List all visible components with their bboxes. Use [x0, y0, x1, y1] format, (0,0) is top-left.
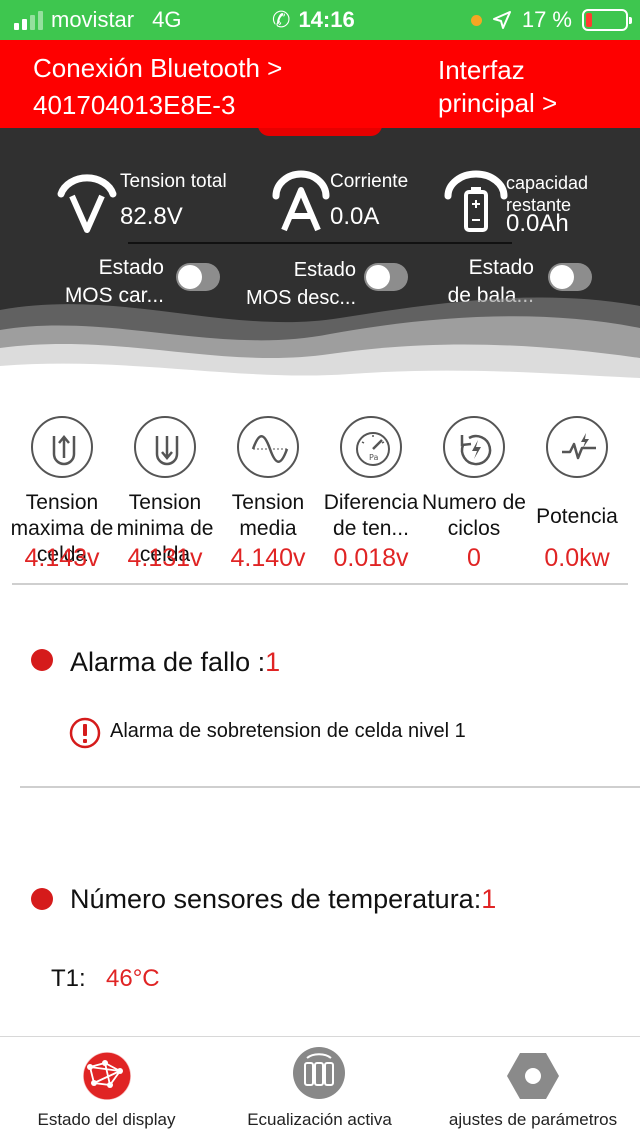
power-item: Potencia 0.0kw	[525, 416, 629, 586]
cycle-icon-circle	[443, 416, 505, 478]
battery-icon	[582, 9, 632, 31]
cycle-count-item: Numero de ciclos 0	[422, 416, 526, 586]
fault-title: Alarma de fallo :1	[70, 647, 280, 678]
max-cell-value: 4.143v	[24, 544, 100, 572]
capacity-value: 0.0Ah	[506, 210, 569, 237]
min-cell-icon-circle	[134, 416, 196, 478]
total-voltage-label: Tension total	[120, 171, 227, 192]
average-voltage-item: Tension media 4.140v	[216, 416, 320, 586]
temperature-title-text: Número sensores de temperatura:	[70, 884, 482, 914]
average-icon-circle	[237, 416, 299, 478]
arrow-up-u-icon	[52, 435, 76, 466]
location-arrow-icon	[492, 11, 511, 29]
decorative-waves	[0, 297, 640, 390]
arrow-down-u-icon	[155, 436, 179, 466]
device-id: 401704013E8E-3	[33, 90, 236, 120]
fault-title-text: Alarma de fallo :	[70, 647, 266, 677]
max-cell-voltage-item: Tension maxima de celda 4.143v	[10, 416, 114, 586]
carrier-name: movistar	[51, 7, 135, 32]
network-type: 4G	[152, 7, 182, 32]
main-interface-link[interactable]: Interfaz principal >	[438, 54, 557, 120]
battery-percent: 17 %	[521, 7, 572, 32]
max-cell-icon-circle	[31, 416, 93, 478]
sensor-label: T1:	[51, 965, 86, 992]
remaining-capacity-metric: capacidad restante 0.0Ah	[444, 168, 634, 238]
summary-divider	[128, 242, 512, 244]
temperature-title: Número sensores de temperatura:1	[70, 884, 496, 915]
hex-nut-icon	[507, 1053, 559, 1099]
power-icon-circle	[546, 416, 608, 478]
tab-label: ajustes de parámetros	[448, 1110, 618, 1129]
system-indicators: 17 %	[470, 7, 632, 33]
exclamation-circle-icon	[69, 717, 101, 749]
power-value: 0.0kw	[544, 544, 610, 572]
tab-display-status[interactable]: Estado del display	[0, 1037, 213, 1136]
phone-call-icon: ✆	[272, 7, 291, 32]
battery-level	[586, 13, 592, 27]
tab-parameter-settings[interactable]: ajustes de parámetros	[426, 1037, 640, 1136]
difference-value: 0.018v	[333, 544, 409, 572]
sine-wave-icon	[251, 435, 289, 463]
power-label: Potencia	[536, 505, 618, 528]
cells-divider	[12, 583, 628, 585]
app-header: Conexión Bluetooth > 401704013E8E-3 Inte…	[0, 40, 640, 128]
difference-icon-circle: Pa	[340, 416, 402, 478]
cycle-bolt-icon	[460, 434, 492, 466]
average-label: Tension media	[231, 491, 305, 540]
fault-bullet-icon	[31, 649, 53, 671]
status-time: 14:16	[298, 7, 355, 32]
total-voltage-value: 82.8V	[120, 203, 183, 230]
current-label: Corriente	[330, 171, 409, 192]
temperature-count: 1	[481, 884, 497, 914]
cells-balance-icon	[293, 1047, 345, 1099]
voltage-difference-item: Pa Diferencia de ten... 0.018v	[319, 416, 423, 586]
pressure-gauge-icon: Pa	[356, 432, 390, 466]
current-value: 0.0A	[330, 203, 380, 230]
signal-strength-icon	[14, 10, 43, 30]
difference-label: Diferencia de ten...	[323, 491, 419, 540]
main-link-line1: Interfaz	[438, 55, 525, 85]
min-cell-value: 4.131v	[127, 544, 203, 572]
status-bar: movistar 4G ✆ 14:16 17 %	[0, 0, 640, 40]
bottom-tab-bar: Estado del display Ecualización activa a…	[0, 1036, 640, 1136]
summary-panel: Tension total 82.8V Corriente 0.0A capac…	[0, 128, 640, 390]
globe-network-icon	[82, 1051, 132, 1101]
tab-label: Ecualización activa	[247, 1110, 392, 1129]
volt-gauge-icon	[57, 174, 117, 233]
total-voltage-metric: Tension total 82.8V	[56, 168, 256, 238]
bluetooth-link-label: Conexión Bluetooth >	[33, 53, 283, 83]
carrier-group: movistar 4G	[14, 7, 181, 33]
battery-gauge-icon	[444, 170, 508, 232]
power-pulse-icon	[562, 433, 596, 460]
fault-count: 1	[265, 647, 281, 677]
temperature-bullet-icon	[31, 888, 53, 910]
sensor-value: 46°C	[106, 965, 160, 992]
fault-item: Alarma de sobretension de celda nivel 1	[110, 720, 466, 742]
tab-active-balance[interactable]: Ecualización activa	[213, 1037, 426, 1136]
tab-label: Estado del display	[37, 1110, 176, 1129]
status-pill	[258, 128, 382, 136]
privacy-indicator-icon	[470, 14, 482, 26]
fault-divider	[20, 786, 640, 788]
amp-gauge-icon	[272, 170, 330, 232]
main-link-line2: principal >	[438, 88, 558, 118]
bluetooth-connection-link[interactable]: Conexión Bluetooth > 401704013E8E-3	[33, 50, 282, 124]
min-cell-voltage-item: Tension minima de celda 4.131v	[113, 416, 217, 586]
current-metric: Corriente 0.0A	[272, 168, 432, 238]
cycle-label: Numero de ciclos	[422, 491, 526, 540]
capacity-label-line1: capacidad	[506, 173, 589, 193]
clock-group: ✆ 14:16	[272, 7, 355, 33]
average-value: 4.140v	[230, 544, 306, 572]
cycle-value: 0	[467, 544, 481, 572]
svg-text:Pa: Pa	[369, 453, 378, 462]
